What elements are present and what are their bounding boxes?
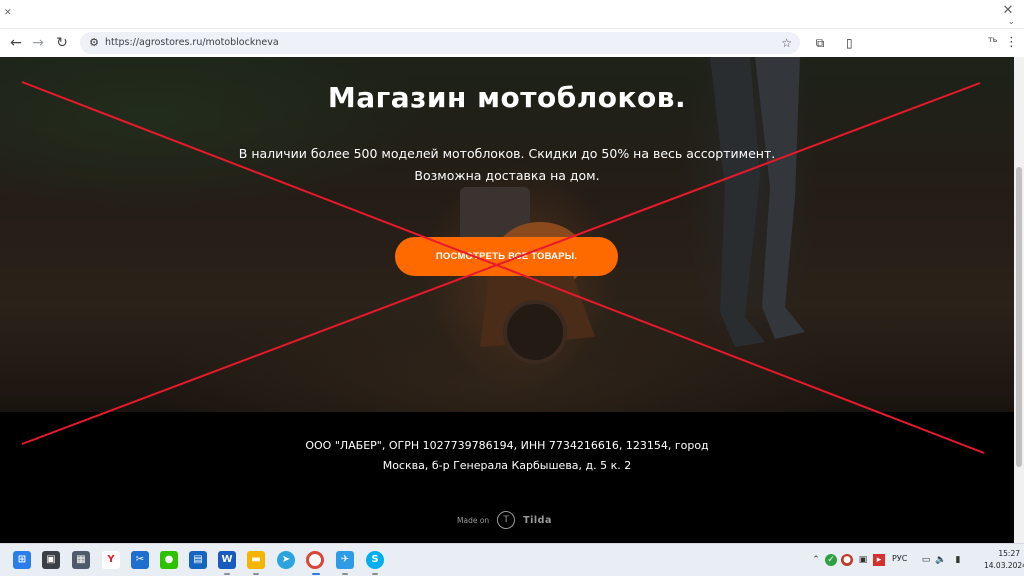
- input-language[interactable]: РУС: [892, 554, 907, 563]
- wechat-icon[interactable]: ●: [160, 551, 178, 569]
- tray-check-icon[interactable]: ✓: [825, 554, 837, 566]
- chrome-active-indicator: [312, 573, 320, 575]
- reload-icon[interactable]: ↻: [52, 33, 72, 53]
- yandex-icon[interactable]: Y: [102, 551, 120, 569]
- tab-strip: ✕ ✕ ⌄: [0, 0, 1024, 29]
- snipping-tool-icon[interactable]: ✂: [131, 551, 149, 569]
- back-arrow-icon[interactable]: ←: [6, 33, 26, 53]
- hero-description-line-1: В наличии более 500 моделей мотоблоков. …: [238, 146, 776, 161]
- skype-active-indicator: [372, 573, 378, 575]
- system-clock[interactable]: 15:27 14.03.2024: [984, 548, 1024, 572]
- tab-edge-icon[interactable]: ✕: [4, 8, 12, 18]
- close-window-icon[interactable]: ✕: [1001, 4, 1015, 18]
- tray-network-adapter-icon[interactable]: ▣: [857, 554, 869, 566]
- task-view-icon[interactable]: ▣: [42, 551, 60, 569]
- page-scrollbar[interactable]: [1014, 57, 1024, 543]
- footer: ООО "ЛАБЕР", ОГРН 1027739786194, ИНН 773…: [0, 412, 1014, 543]
- menu-dots-icon[interactable]: ⋮: [1005, 33, 1018, 53]
- tab-search-icon[interactable]: ⌄: [1007, 17, 1015, 27]
- skype-icon[interactable]: S: [366, 551, 384, 569]
- page-viewport: Магазин мотоблоков. В наличии более 500 …: [0, 57, 1014, 543]
- scrollbar-thumb[interactable]: [1016, 167, 1022, 467]
- address-bar[interactable]: ⚙ https://agrostores.ru/motoblockneva ☆: [80, 32, 800, 54]
- extensions-icon[interactable]: ⧉: [812, 33, 828, 53]
- clock-time: 15:27: [998, 549, 1020, 558]
- bookmark-star-icon[interactable]: ☆: [781, 35, 792, 51]
- view-all-products-button[interactable]: ПОСМОТРЕТЬ ВСЕ ТОВАРЫ.: [395, 237, 618, 276]
- page-title: Магазин мотоблоков.: [327, 81, 687, 114]
- forward-arrow-icon[interactable]: →: [28, 33, 48, 53]
- chrome-icon[interactable]: [306, 551, 324, 569]
- made-on-tilda-link[interactable]: Made on T Tilda: [457, 510, 552, 530]
- browser-toolbar: ← → ↻ ⚙ https://agrostores.ru/motoblockn…: [0, 29, 1024, 57]
- explorer-active-indicator: [253, 573, 259, 575]
- tray-volume-muted-icon[interactable]: 🔈: [935, 554, 947, 566]
- file-explorer-icon[interactable]: ▬: [247, 551, 265, 569]
- made-on-label: Made on: [457, 515, 490, 525]
- start-icon[interactable]: ⊞: [13, 551, 31, 569]
- site-info-icon[interactable]: ⚙: [86, 35, 102, 51]
- company-info-line-2: Москва, б-р Генерала Карбышева, д. 5 к. …: [382, 459, 632, 472]
- hero-section: Магазин мотоблоков. В наличии более 500 …: [0, 57, 1014, 412]
- side-panel-icon[interactable]: ▯: [846, 33, 860, 53]
- store-icon[interactable]: ▤: [189, 551, 207, 569]
- tray-chevron-up-icon[interactable]: ⌃: [810, 554, 822, 566]
- tray-display-icon[interactable]: ▭: [920, 554, 932, 566]
- maps-icon[interactable]: ✈: [336, 551, 354, 569]
- hero-description-line-2: Возможна доставка на дом.: [414, 168, 600, 183]
- tray-battery-icon[interactable]: ▮: [952, 554, 964, 566]
- tilda-label: Tilda: [523, 514, 552, 526]
- profile-button-label[interactable]: ть: [988, 35, 997, 44]
- word-active-indicator: [224, 573, 230, 575]
- maps-active-indicator: [342, 573, 348, 575]
- taskbar: ⊞ ▣ ▦ Y ✂ ● ▤ W ▬ ➤ ✈ S ⌃ ✓ ● ▣ ▸ РУС ▭ …: [0, 543, 1024, 576]
- tray-antivirus-icon[interactable]: ●: [841, 554, 853, 566]
- company-info-line-1: ООО "ЛАБЕР", ОГРН 1027739786194, ИНН 773…: [305, 439, 709, 452]
- word-icon[interactable]: W: [218, 551, 236, 569]
- company-info: ООО "ЛАБЕР", ОГРН 1027739786194, ИНН 773…: [0, 436, 1014, 476]
- url-text[interactable]: https://agrostores.ru/motoblockneva: [105, 32, 279, 54]
- tilda-logo-icon: T: [497, 511, 516, 529]
- tray-recorder-icon[interactable]: ▸: [873, 554, 885, 566]
- telegram-icon[interactable]: ➤: [277, 551, 295, 569]
- clock-date: 14.03.2024: [984, 561, 1024, 570]
- hero-description: В наличии более 500 моделей мотоблоков. …: [0, 143, 1014, 187]
- calculator-icon[interactable]: ▦: [72, 551, 90, 569]
